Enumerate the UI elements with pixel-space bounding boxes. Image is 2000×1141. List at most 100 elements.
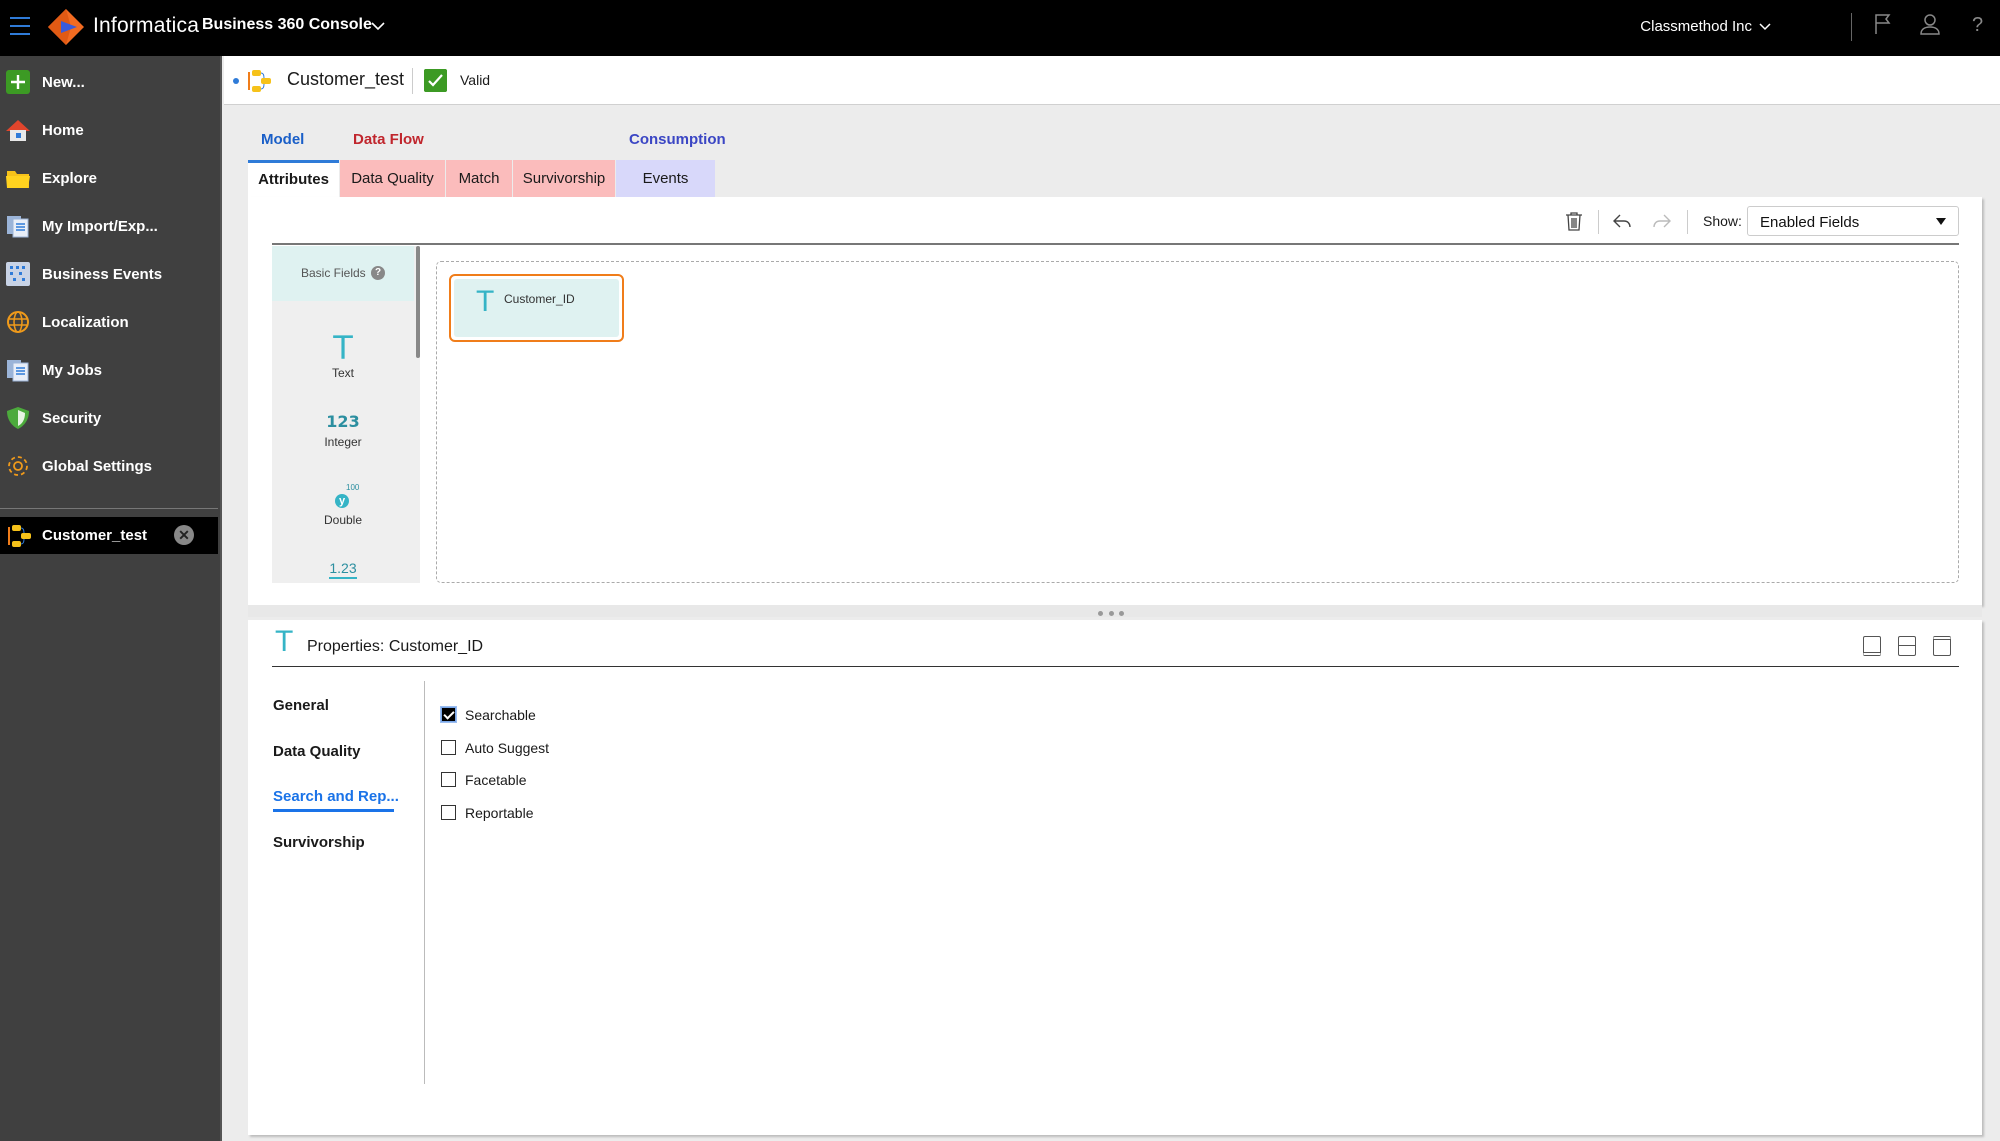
sidebar-item-home[interactable]: Home — [0, 110, 220, 150]
help-icon[interactable]: ? — [371, 266, 386, 280]
home-icon — [6, 120, 30, 141]
sidebar-item-business-events[interactable]: Business Events — [0, 254, 220, 294]
field-palette: Basic Fields ? T Text 123 Integer y 100 … — [272, 246, 420, 583]
open-asset-tab-label: Customer_test — [42, 527, 148, 544]
undo-icon[interactable] — [1611, 210, 1633, 232]
checkbox-label: Facetable — [465, 772, 527, 788]
redo-icon[interactable] — [1651, 210, 1673, 232]
text-type-icon: T — [333, 329, 353, 367]
delete-icon[interactable] — [1563, 210, 1585, 232]
palette-item-label: Integer — [324, 435, 362, 449]
reportable-checkbox[interactable] — [441, 805, 456, 820]
sidebar-item-label: Home — [42, 121, 84, 139]
properties-title: Properties: Customer_ID — [307, 638, 484, 655]
active-section-indicator — [273, 809, 394, 812]
sidebar: New... Home Explore My Import/Exp... Bus… — [0, 56, 222, 1141]
tab-data-quality[interactable]: Data Quality — [340, 160, 445, 197]
chevron-down-icon[interactable] — [370, 18, 386, 34]
plus-icon — [6, 70, 30, 94]
show-label: Show: — [1703, 213, 1742, 229]
help-icon[interactable]: ? — [1966, 12, 1990, 36]
tab-group-consumption: Consumption — [629, 131, 726, 148]
section-general[interactable]: General — [273, 697, 329, 714]
tab-match[interactable]: Match — [446, 160, 512, 197]
asset-header: Customer_test Valid Save — [224, 56, 2000, 105]
user-icon[interactable] — [1918, 12, 1942, 36]
close-tab-icon[interactable]: ✕ — [174, 525, 194, 545]
palette-item-integer[interactable]: 123 Integer — [272, 412, 414, 449]
validation-status: Valid — [460, 72, 491, 88]
divider — [412, 68, 413, 94]
documents-icon — [7, 216, 29, 238]
informatica-logo-icon — [48, 9, 84, 45]
product-switcher[interactable]: Business 360 Console — [202, 16, 372, 34]
field-card-customer-id[interactable]: T Customer_ID — [449, 274, 624, 342]
checkbox-label: Auto Suggest — [465, 740, 550, 756]
brand-name: Informatica — [93, 14, 200, 37]
sidebar-item-label: Localization — [42, 313, 129, 331]
sidebar-item-my-import-export[interactable]: My Import/Exp... — [0, 206, 220, 246]
sidebar-item-explore[interactable]: Explore — [0, 158, 220, 198]
valid-check-icon — [424, 69, 447, 92]
shield-icon — [7, 407, 29, 429]
top-bar: Informatica Business 360 Console Classme… — [0, 0, 2000, 56]
tab-attributes[interactable]: Attributes — [248, 160, 339, 197]
flag-icon[interactable] — [1871, 12, 1895, 36]
sidebar-item-label: My Jobs — [42, 361, 103, 379]
sidebar-item-new[interactable]: New... — [0, 62, 220, 102]
sidebar-item-label: My Import/Exp... — [42, 217, 158, 235]
palette-scrollbar[interactable] — [416, 246, 420, 358]
svg-text:?: ? — [1972, 14, 1983, 36]
double-glyph: y — [335, 494, 349, 508]
searchable-checkbox[interactable] — [440, 706, 457, 723]
auto-suggest-checkbox[interactable] — [441, 740, 456, 755]
documents-icon — [7, 360, 29, 382]
tab-group-data-flow: Data Flow — [353, 131, 424, 148]
divider — [272, 666, 1959, 667]
org-switcher[interactable]: Classmethod Inc — [1640, 18, 1752, 35]
palette-item-text[interactable]: T Text — [272, 332, 414, 380]
sidebar-item-localization[interactable]: Localization — [0, 302, 220, 342]
palette-item-decimal[interactable]: 1.23 — [272, 560, 414, 579]
double-type-icon: y 100 — [272, 483, 414, 511]
divider — [0, 508, 218, 509]
text-type-icon: T — [275, 625, 294, 658]
drag-handle-icon[interactable] — [1098, 611, 1124, 616]
business-entity-icon — [8, 525, 31, 547]
globe-icon — [7, 311, 29, 333]
grid-icon — [6, 262, 30, 286]
asset-title: Customer_test — [287, 69, 405, 89]
section-search-and-reporting[interactable]: Search and Rep... — [273, 788, 399, 805]
tab-group-model: Model — [261, 131, 305, 148]
sidebar-item-global-settings[interactable]: Global Settings — [0, 446, 220, 486]
divider — [1687, 210, 1688, 234]
field-drop-zone[interactable] — [436, 261, 1959, 583]
palette-item-label: Text — [331, 366, 354, 380]
caret-down-icon — [1936, 218, 1946, 225]
layout-top-icon[interactable] — [1933, 636, 1951, 656]
layout-bottom-icon[interactable] — [1863, 636, 1881, 656]
properties-panel — [248, 620, 1982, 1135]
sidebar-item-label: Security — [42, 409, 102, 427]
divider — [1851, 13, 1852, 41]
menu-icon[interactable] — [10, 17, 30, 35]
field-name: Customer_ID — [504, 292, 575, 306]
tab-survivorship[interactable]: Survivorship — [513, 160, 615, 197]
layout-split-icon[interactable] — [1898, 636, 1916, 656]
facetable-checkbox[interactable] — [441, 772, 456, 787]
sidebar-item-label: New... — [42, 73, 85, 91]
chevron-down-icon[interactable] — [1758, 20, 1772, 34]
show-fields-select[interactable]: Enabled Fields — [1747, 206, 1959, 236]
section-data-quality[interactable]: Data Quality — [273, 743, 361, 760]
section-survivorship[interactable]: Survivorship — [273, 834, 365, 851]
folder-icon — [6, 171, 30, 188]
open-asset-tab[interactable]: Customer_test ✕ — [0, 517, 218, 554]
checkbox-label: Searchable — [465, 707, 536, 723]
checkbox-label: Reportable — [465, 805, 534, 821]
divider — [424, 681, 425, 1084]
sidebar-item-my-jobs[interactable]: My Jobs — [0, 350, 220, 390]
tab-events[interactable]: Events — [616, 160, 715, 197]
palette-item-double[interactable]: y 100 Double — [272, 483, 414, 527]
palette-header-label: Basic Fields — [300, 266, 366, 280]
sidebar-item-security[interactable]: Security — [0, 398, 220, 438]
